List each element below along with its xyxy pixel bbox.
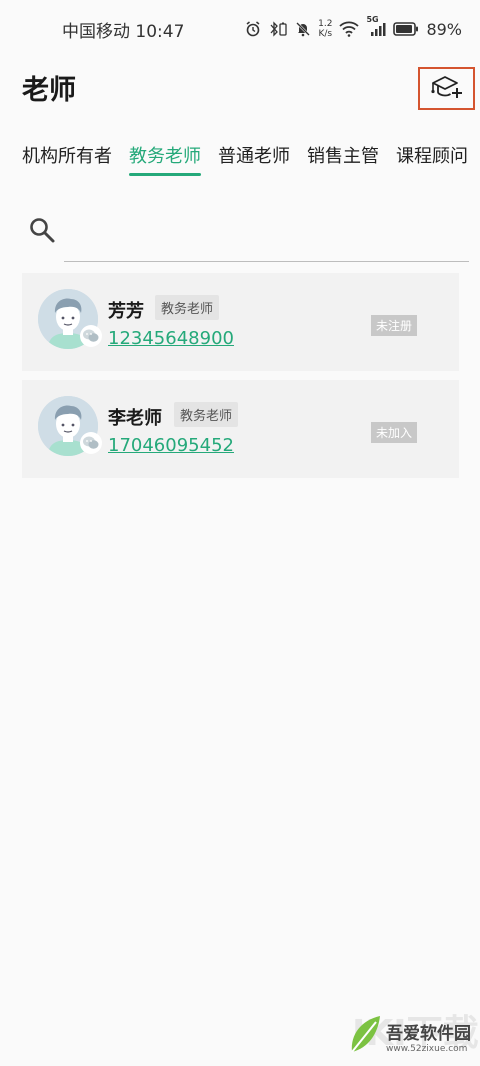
- watermark: 吾爱软件园 www.52zixue.com: [348, 1012, 476, 1060]
- search-input[interactable]: [64, 212, 469, 262]
- phone-link[interactable]: 12345648900: [108, 328, 234, 349]
- tab-owner[interactable]: 机构所有者: [22, 140, 112, 180]
- cellular-signal-icon: 5G: [366, 15, 386, 37]
- status-badge: 未加入: [371, 422, 418, 443]
- battery-percent: 89%: [426, 19, 462, 39]
- role-tabs: 机构所有者 教务老师 普通老师 销售主管 课程顾问: [0, 140, 480, 184]
- status-bar: 中国移动 10:47 1.2 K/s 5G 89%: [0, 0, 480, 58]
- net-speed-unit: K/s: [318, 29, 333, 39]
- signal-tag: 5G: [366, 15, 379, 24]
- tab-course-consultant[interactable]: 课程顾问: [396, 140, 468, 180]
- watermark-url: www.52zixue.com: [386, 1043, 468, 1054]
- teacher-list: 芳芳 教务老师 12345648900 未注册 李老师 教务老师 1704609…: [22, 273, 459, 487]
- tab-regular-teacher[interactable]: 普通老师: [218, 140, 290, 180]
- status-right: 1.2 K/s 5G 89%: [245, 15, 462, 39]
- clock: 10:47: [135, 21, 185, 42]
- tab-sales-manager[interactable]: 销售主管: [307, 140, 379, 180]
- net-speed-value: 1.2: [318, 19, 333, 29]
- battery-icon: [393, 22, 419, 36]
- phone-link[interactable]: 17046095452: [108, 435, 234, 456]
- wifi-icon: [339, 21, 360, 37]
- status-left: 中国移动 10:47: [62, 17, 184, 42]
- teacher-name: 芳芳: [108, 301, 144, 322]
- search-icon[interactable]: [28, 216, 56, 244]
- leaf-logo-icon: [348, 1014, 382, 1058]
- teacher-card[interactable]: 李老师 教务老师 17046095452 未加入: [22, 380, 459, 478]
- alarm-icon: [245, 21, 261, 37]
- page-title: 老师: [22, 75, 76, 106]
- add-teacher-button[interactable]: [418, 67, 475, 110]
- watermark-title: 吾爱软件园: [386, 1023, 471, 1044]
- watermark-text: 吾爱软件园 www.52zixue.com: [386, 1019, 471, 1054]
- teacher-name: 李老师: [108, 408, 162, 429]
- role-tag: 教务老师: [155, 295, 220, 320]
- bluetooth-battery-icon: [268, 21, 288, 37]
- wechat-icon: [80, 432, 102, 454]
- role-tag: 教务老师: [174, 402, 239, 427]
- wechat-icon: [80, 325, 102, 347]
- graduation-cap-plus-icon: [430, 74, 464, 103]
- network-speed: 1.2 K/s: [318, 19, 332, 39]
- carrier-label: 中国移动: [62, 21, 130, 42]
- mute-bell-icon: [295, 21, 311, 37]
- tab-academic-teacher[interactable]: 教务老师: [129, 140, 201, 180]
- status-badge: 未注册: [371, 315, 418, 336]
- teacher-card[interactable]: 芳芳 教务老师 12345648900 未注册: [22, 273, 459, 371]
